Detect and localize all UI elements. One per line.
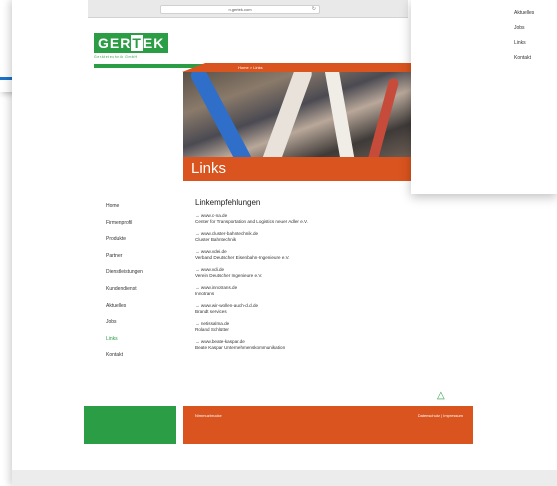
sidebar-item-kontakt[interactable]: Kontakt xyxy=(106,347,143,364)
sidebar-item-produkte[interactable]: Produkte xyxy=(106,231,143,248)
logo-text-t: T xyxy=(131,35,143,51)
browser-toolbar: n.gertek.com ↻ xyxy=(88,0,408,18)
link-entry: → www.c-na.de Center for Transportation … xyxy=(195,213,465,225)
link-entry: → www.vdei.de Verband Deutscher Eisenbah… xyxy=(195,249,465,261)
sidebar-item-dienstleistungen[interactable]: Dienstleistungen xyxy=(106,264,143,281)
reload-icon[interactable]: ↻ xyxy=(312,6,316,13)
sidebar-item-jobs[interactable]: Jobs xyxy=(106,314,143,331)
link-entry: → www.vdi.de Verein Deutscher Ingenieure… xyxy=(195,267,465,279)
content-heading: Linkempfehlungen xyxy=(195,198,261,207)
footer-legal-links[interactable]: Datenschutz | Impressum xyxy=(418,413,463,418)
link-entry: → www.wir-wollen-auch-d.d.de Brandt serv… xyxy=(195,303,465,315)
menu-window: Aktuelles Jobs Links Kontakt xyxy=(411,0,557,194)
main-content: Linkempfehlungen → www.c-na.de Center fo… xyxy=(195,198,465,357)
footer-bar: Nimmuzbrucke Datenschutz | Impressum xyxy=(183,406,473,444)
link-entry: → www.beate-kaspar.de Beate Kaspar Unter… xyxy=(195,339,465,351)
sidebar-item-firmenprofil[interactable]: Firmenprofil xyxy=(106,215,143,232)
menu-item-links[interactable]: Links xyxy=(514,36,534,51)
sidebar-item-aktuelles[interactable]: Aktuelles xyxy=(106,298,143,315)
logo-subtitle: Gerätetechnik GmbH xyxy=(94,55,138,59)
footer-left-link[interactable]: Nimmuzbrucke xyxy=(195,413,222,418)
link-entry: → www.cluster-bahntechnik.de Cluster Bah… xyxy=(195,231,465,243)
logo-text-ek: EK xyxy=(142,35,165,51)
link-description: Beate Kaspar Unternehmenskommunikation xyxy=(195,345,286,350)
link-entry: → netissalma.de Roland Schlütter xyxy=(195,321,465,333)
link-entry: → www.innotrans.de Innotrans xyxy=(195,285,465,297)
address-bar[interactable]: n.gertek.com ↻ xyxy=(160,5,320,14)
menu-item-aktuelles[interactable]: Aktuelles xyxy=(514,6,534,21)
hero-image xyxy=(183,72,411,157)
breadcrumb: Home > Links xyxy=(238,65,263,70)
footer-green-block xyxy=(84,406,176,444)
sidebar-item-kundendienst[interactable]: Kundendienst xyxy=(106,281,143,298)
page-title: Links xyxy=(191,160,227,177)
menu-item-jobs[interactable]: Jobs xyxy=(514,21,534,36)
logo-text-ger: GER xyxy=(98,35,132,51)
menu-item-kontakt[interactable]: Kontakt xyxy=(514,51,534,66)
sidebar-item-links[interactable]: Links xyxy=(106,331,143,348)
gertek-logo[interactable]: GERTEK Gerätetechnik GmbH xyxy=(94,33,169,59)
address-bar-url: n.gertek.com xyxy=(228,7,252,12)
link-description: Cluster Bahntechnik xyxy=(195,237,237,242)
link-description: Roland Schlütter xyxy=(195,327,229,332)
link-description: Brandt services xyxy=(195,309,227,314)
link-description: Verein Deutscher Ingenieure e.V. xyxy=(195,273,263,278)
scroll-to-top-icon[interactable]: △ xyxy=(437,390,445,401)
sidebar-nav: Home Firmenprofil Produkte Partner Diens… xyxy=(106,198,143,364)
sidebar-item-home[interactable]: Home xyxy=(106,198,143,215)
link-description: Innotrans xyxy=(195,291,215,296)
dropdown-menu: Aktuelles Jobs Links Kontakt xyxy=(514,6,534,66)
link-description: Verband Deutscher Eisenbahn-Ingenieure e… xyxy=(195,255,290,260)
link-description: Center for Transportation and Logistics … xyxy=(195,219,308,224)
sidebar-item-partner[interactable]: Partner xyxy=(106,248,143,265)
